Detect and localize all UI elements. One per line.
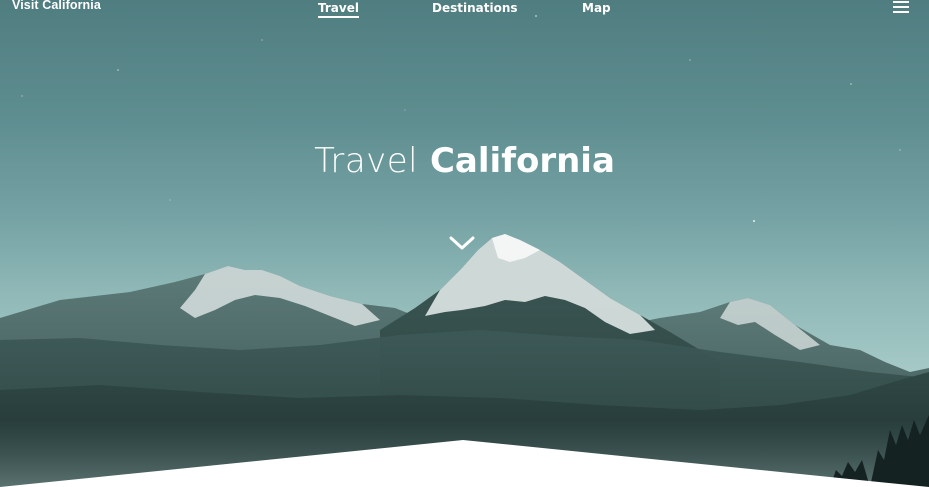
chevron-down-icon[interactable] [449,234,475,252]
main-nav: Travel Destinations Map [0,0,929,20]
menu-bar [893,6,909,8]
hero-title: Travel California [0,141,929,181]
nav-link-travel[interactable]: Travel [318,1,359,18]
menu-bar [893,1,909,3]
hamburger-menu-icon[interactable] [893,0,909,13]
hero-section: Visit California Travel Destinations Map… [0,0,929,487]
nav-link-destinations[interactable]: Destinations [432,1,518,15]
nav-link-map[interactable]: Map [582,1,611,15]
stars [21,15,901,223]
hero-title-bold: California [429,141,615,181]
menu-bar [893,11,909,13]
hero-title-light: Travel [314,141,419,181]
